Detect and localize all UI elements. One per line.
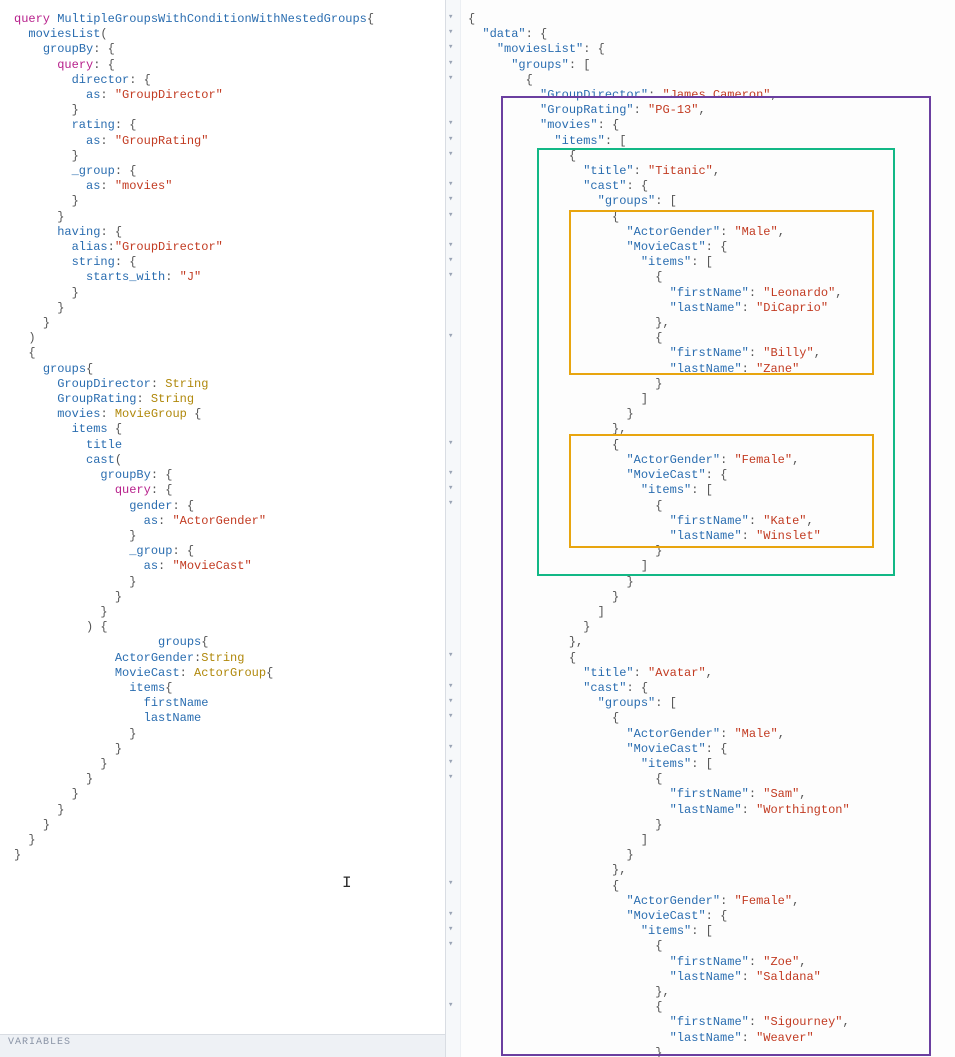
query-editor-pane: query MultipleGroupsWithConditionWithNes…: [0, 0, 446, 1057]
fold-gutter[interactable]: ▾ ▾ ▾ ▾ ▾ ▾ ▾ ▾ ▾ ▾ ▾ ▾ ▾ ▾ ▾ ▾ ▾ ▾ ▾ ▾ ▾ ▾ ▾ ▾ ▾ ▾ ▾ ▾ ▾ ▾ ▾: [446, 0, 461, 1057]
variables-label: VARIABLES: [8, 1037, 71, 1048]
response-viewer[interactable]: { "data": { "moviesList": { "groups": [ …: [446, 0, 955, 1057]
fold-marker[interactable]: ▾: [448, 696, 453, 706]
fold-marker[interactable]: ▾: [448, 27, 453, 37]
fold-marker[interactable]: ▾: [448, 194, 453, 204]
fold-marker[interactable]: ▾: [448, 1000, 453, 1010]
fold-marker[interactable]: ▾: [448, 149, 453, 159]
graphiql-app: query MultipleGroupsWithConditionWithNes…: [0, 0, 955, 1057]
fold-marker[interactable]: ▾: [448, 757, 453, 767]
fold-marker[interactable]: ▾: [448, 240, 453, 250]
fold-marker[interactable]: ▾: [448, 498, 453, 508]
fold-marker[interactable]: ▾: [448, 878, 453, 888]
fold-marker[interactable]: ▾: [448, 909, 453, 919]
fold-marker[interactable]: ▾: [448, 134, 453, 144]
fold-marker[interactable]: ▾: [448, 438, 453, 448]
fold-marker[interactable]: ▾: [448, 12, 453, 22]
text-cursor-icon: I: [342, 874, 352, 892]
fold-marker[interactable]: ▾: [448, 468, 453, 478]
fold-marker[interactable]: ▾: [448, 42, 453, 52]
fold-marker[interactable]: ▾: [448, 742, 453, 752]
fold-marker[interactable]: ▾: [448, 210, 453, 220]
fold-marker[interactable]: ▾: [448, 331, 453, 341]
fold-marker[interactable]: ▾: [448, 118, 453, 128]
fold-marker[interactable]: ▾: [448, 483, 453, 493]
fold-marker[interactable]: ▾: [448, 711, 453, 721]
variables-bar[interactable]: VARIABLES: [0, 1034, 445, 1057]
fold-marker[interactable]: ▾: [448, 179, 453, 189]
fold-marker[interactable]: ▾: [448, 924, 453, 934]
fold-marker[interactable]: ▾: [448, 73, 453, 83]
fold-marker[interactable]: ▾: [448, 255, 453, 265]
fold-marker[interactable]: ▾: [448, 681, 453, 691]
fold-marker[interactable]: ▾: [448, 58, 453, 68]
response-pane: ▾ ▾ ▾ ▾ ▾ ▾ ▾ ▾ ▾ ▾ ▾ ▾ ▾ ▾ ▾ ▾ ▾ ▾ ▾ ▾ ▾ ▾ ▾ ▾ ▾ ▾ ▾ ▾ ▾ ▾ ▾ { "data"…: [446, 0, 955, 1057]
query-editor[interactable]: query MultipleGroupsWithConditionWithNes…: [0, 0, 445, 1034]
fold-marker[interactable]: ▾: [448, 772, 453, 782]
fold-marker[interactable]: ▾: [448, 650, 453, 660]
fold-marker[interactable]: ▾: [448, 270, 453, 280]
fold-marker[interactable]: ▾: [448, 939, 453, 949]
